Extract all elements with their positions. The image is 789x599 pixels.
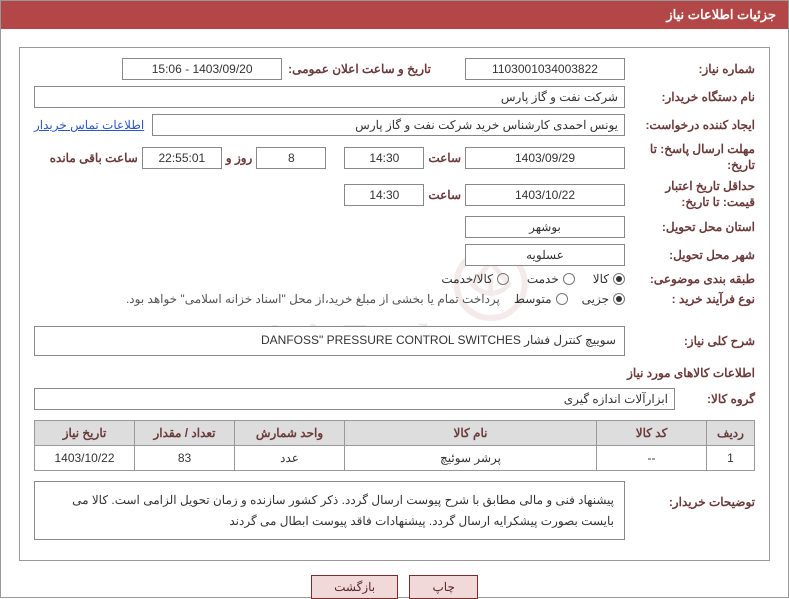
delivery-city: عسلویه: [465, 244, 625, 266]
col-row: ردیف: [707, 421, 755, 446]
min-validity-time: 14:30: [344, 184, 424, 206]
col-date: تاریخ نیاز: [35, 421, 135, 446]
days-remaining: 8: [256, 147, 326, 169]
announce-value: 1403/09/20 - 15:06: [122, 58, 282, 80]
page-title: جزئیات اطلاعات نیاز: [1, 1, 788, 29]
min-validity-label: حداقل تاریخ اعتبار قیمت: تا تاریخ:: [625, 179, 755, 210]
min-validity-date: 1403/10/22: [465, 184, 625, 206]
table-row: 1 -- پرشر سوئیچ عدد 83 1403/10/22: [35, 446, 755, 471]
need-number-value: 1103001034003822: [465, 58, 625, 80]
delivery-province-label: استان محل تحویل:: [625, 220, 755, 234]
radio-icon: [556, 293, 568, 305]
clock-remaining: 22:55:01: [142, 147, 222, 169]
goods-group-label: گروه کالا:: [675, 392, 755, 406]
print-button[interactable]: چاپ: [409, 575, 477, 599]
total-desc: DANFOSS" PRESSURE CONTROL SWITCHES سوییچ…: [34, 326, 625, 356]
buyer-org-label: نام دستگاه خریدار:: [625, 90, 755, 104]
days-suffix: روز و: [222, 151, 257, 165]
need-number-label: شماره نیاز:: [625, 62, 755, 76]
delivery-city-label: شهر محل تحویل:: [625, 248, 755, 262]
remaining-suffix: ساعت باقی مانده: [46, 151, 142, 165]
goods-group: ابزارآلات اندازه گیری: [34, 388, 675, 410]
announce-label: تاریخ و ساعت اعلان عمومی:: [282, 62, 437, 76]
buyer-org-value: شرکت نفت و گاز پارس: [34, 86, 625, 108]
radio-icon: [563, 273, 575, 285]
deadline-label: مهلت ارسال پاسخ: تا تاریخ:: [625, 142, 755, 173]
category-label: طبقه بندی موضوعی:: [625, 272, 755, 286]
radio-icon: [613, 293, 625, 305]
requestor-label: ایجاد کننده درخواست:: [625, 118, 755, 132]
radio-icon: [613, 273, 625, 285]
process-label: نوع فرآیند خرید :: [625, 292, 755, 306]
buyer-contact-link[interactable]: اطلاعات تماس خریدار: [34, 118, 144, 132]
col-code: کد کالا: [597, 421, 707, 446]
total-desc-label: شرح کلی نیاز:: [625, 334, 755, 348]
col-name: نام کالا: [345, 421, 597, 446]
requestor-value: یونس احمدی کارشناس خرید شرکت نفت و گاز پ…: [152, 114, 625, 136]
payment-note: پرداخت تمام یا بخشی از مبلغ خرید،از محل …: [126, 292, 500, 306]
col-unit: واحد شمارش: [235, 421, 345, 446]
hour-label-1: ساعت: [424, 151, 465, 165]
radio-medium[interactable]: متوسط: [514, 292, 568, 306]
radio-partial[interactable]: جزیی: [582, 292, 625, 306]
radio-service[interactable]: خدمت: [527, 272, 575, 286]
deadline-time: 14:30: [344, 147, 424, 169]
goods-section-title: اطلاعات کالاهای مورد نیاز: [34, 366, 755, 380]
back-button[interactable]: بازگشت: [311, 575, 398, 599]
radio-goods-service[interactable]: کالا/خدمت: [441, 272, 508, 286]
deadline-date: 1403/09/29: [465, 147, 625, 169]
radio-goods[interactable]: کالا: [593, 272, 625, 286]
buyer-notes: پیشنهاد فنی و مالی مطابق با شرح پیوست ار…: [34, 481, 625, 540]
radio-icon: [497, 273, 509, 285]
hour-label-2: ساعت: [424, 188, 465, 202]
buyer-notes-label: توضیحات خریدار:: [625, 481, 755, 509]
goods-table: ردیف کد کالا نام کالا واحد شمارش تعداد /…: [34, 420, 755, 471]
col-qty: تعداد / مقدار: [135, 421, 235, 446]
delivery-province: بوشهر: [465, 216, 625, 238]
